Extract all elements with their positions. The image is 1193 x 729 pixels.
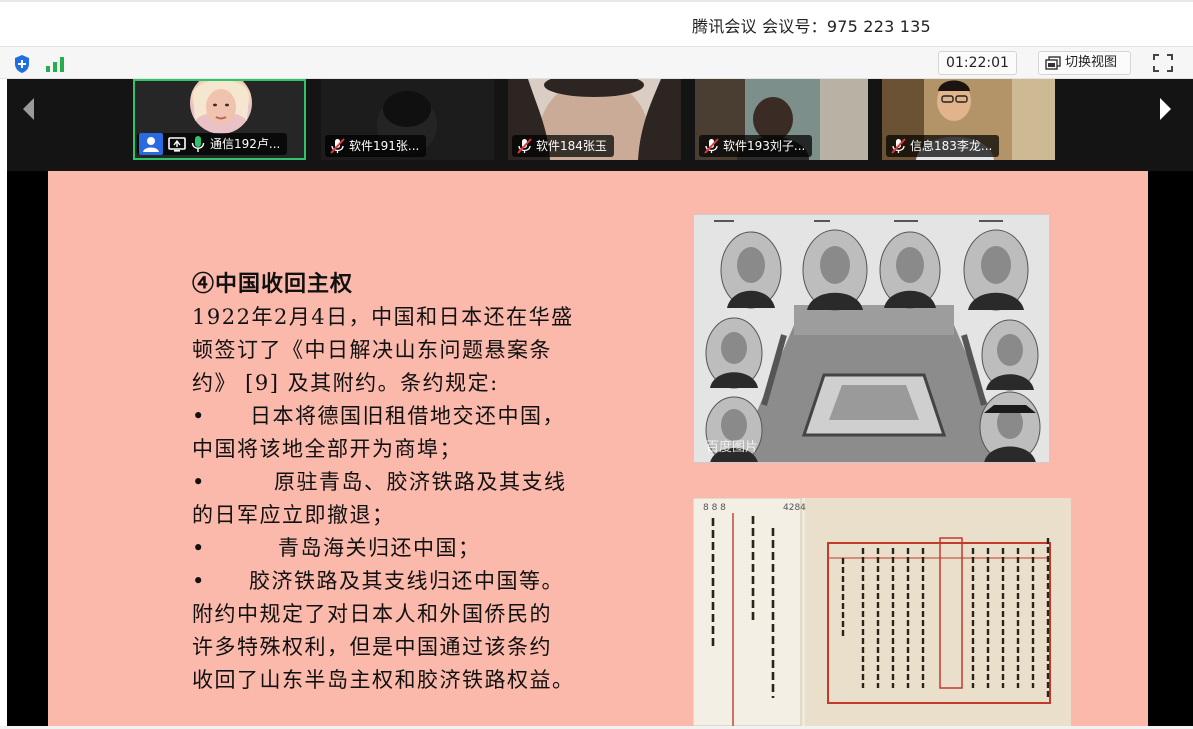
participant-tile[interactable]: 软件191张... [321,79,494,160]
photo-watermark: 百度图片 [706,439,758,455]
slide-heading: ④中国收回主权 [192,271,354,297]
participant-nameplate: 软件191张... [325,135,427,157]
microphone-muted-icon [330,138,345,154]
microphone-muted-icon [517,138,532,154]
slide-text-block: ④中国收回主权 1922年2月4日，中国和日本还在华盛 顿签订了《中日解决山东问… [192,267,672,697]
slide-line: 顿签订了《中日解决山东问题悬案条 [192,338,552,362]
participant-nameplate: 软件193刘子... [699,135,813,157]
host-person-icon [139,133,163,155]
participant-nameplate: 信息183李龙... [886,135,1000,157]
svg-text:4284: 4284 [783,503,806,513]
slide-line: 青岛海关归还中国； [278,536,481,560]
microphone-on-icon [190,133,206,155]
microphone-muted-icon [704,138,719,154]
microphone-muted-icon [891,138,906,154]
previous-page-arrow-icon[interactable] [19,95,39,123]
switch-view-label: 切换视图 [1065,55,1118,70]
participant-tile[interactable]: 信息183李龙... [882,79,1055,160]
participant-name: 软件184张玉 [536,139,607,153]
slide-line: 胶济铁路及其支线归还中国等。 [249,569,564,593]
next-page-arrow-icon[interactable] [1155,95,1175,123]
meeting-toolbar: 01:22:01 切换视图 [0,46,1193,79]
slide-line: 收回了山东半岛主权和胶济铁路权益。 [192,668,575,692]
participant-strip: 通信192卢... 软件191张... 软件184张玉 软件193刘子... 信… [7,79,1193,171]
slide-bullet-line: • 原驻青岛、胶济铁路及其支线 [192,466,672,499]
slide-line: 日本将德国旧租借地交还中国， [250,404,565,428]
shared-slide: ④中国收回主权 1922年2月4日，中国和日本还在华盛 顿签订了《中日解决山东问… [48,171,1148,726]
slide-line: 许多特殊权利，但是中国通过该条约 [192,635,552,659]
svg-text:8 8 8: 8 8 8 [703,503,726,513]
title-bar: 腾讯会议 会议号：975 223 135 [0,0,1193,46]
bullet-mark: • [192,404,206,428]
switch-view-icon [1045,56,1061,70]
fullscreen-icon[interactable] [1152,53,1174,73]
switch-view-button[interactable]: 切换视图 [1038,51,1131,75]
slide-bullet-line: • 青岛海关归还中国； [192,532,672,565]
participant-tile[interactable]: 软件193刘子... [695,79,868,160]
participant-name: 信息183李龙... [910,139,993,153]
bullet-mark: • [192,470,206,494]
meeting-title: 腾讯会议 会议号：975 223 135 [692,17,931,36]
participant-tile[interactable]: 软件184张玉 [508,79,681,160]
participant-tile[interactable]: 通信192卢... [133,79,306,160]
network-signal-icon[interactable] [44,55,66,73]
slide-line: 原驻青岛、胶济铁路及其支线 [274,470,567,494]
slide-line: 1922年2月4日，中国和日本还在华盛 [192,305,574,329]
slide-line: 附约中规定了对日本人和外国侨民的 [192,602,552,626]
screen-share-icon [166,133,188,155]
participant-nameplate: 通信192卢... [137,133,288,155]
slide-line: 的日军应立即撤退； [192,503,395,527]
slide-line: 约》 [9] 及其附约。条约规定: [192,371,499,395]
bullet-mark: • [192,536,206,560]
slide-bullet-line: • 胶济铁路及其支线归还中国等。 [192,565,672,598]
participant-name: 通信192卢... [210,137,281,151]
conference-photo: 百度图片 [693,214,1050,463]
participant-name: 软件191张... [349,139,420,153]
historical-document-photo: 8 8 8 4284 [693,498,1071,726]
bullet-mark: • [192,569,206,593]
slide-line: 中国将该地全部开为商埠； [192,437,462,461]
slide-bullet-line: • 日本将德国旧租借地交还中国， [192,400,672,433]
participant-name: 软件193刘子... [723,139,806,153]
meeting-timer: 01:22:01 [938,51,1017,75]
participant-nameplate: 软件184张玉 [512,135,614,157]
security-shield-icon[interactable] [13,54,31,74]
